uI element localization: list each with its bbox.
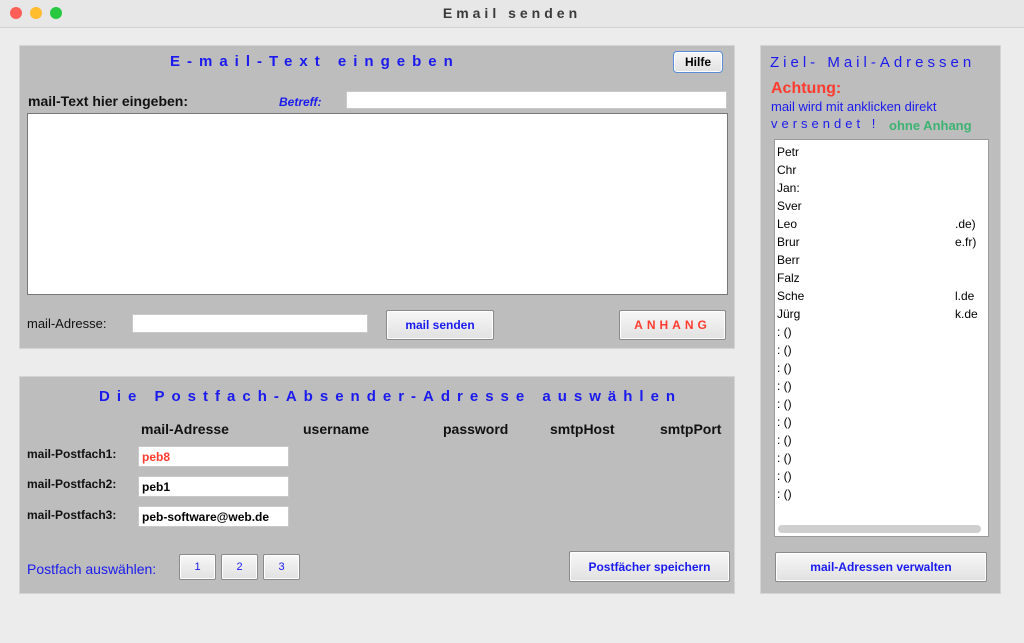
mailbox3-address-input[interactable]: peb-software@web.de [138,506,289,527]
horizontal-scrollbar[interactable] [778,525,981,533]
list-item-name: : () [777,451,792,465]
list-item-address: k.de [955,307,978,321]
mailbox-panel: Die Postfach-Absender-Adresse auswählen … [19,376,735,594]
body-textarea[interactable] [27,113,728,295]
warning-line1: mail wird mit anklicken direkt [771,99,937,114]
list-item-address: l.de [955,289,975,303]
list-item-address: e.fr) [955,235,977,249]
list-item-name: : () [777,433,792,447]
list-item-name: : () [777,487,792,501]
list-item-address: .de) [955,217,976,231]
send-mail-button[interactable]: mail senden [386,310,494,340]
list-item-name: : () [777,361,792,375]
mailbox1-address-input[interactable]: peb8 [138,446,289,467]
list-item-name: : () [777,343,792,357]
address-label: mail-Adresse: [27,316,107,331]
list-item[interactable]: : () [777,323,982,341]
mailbox-row-label: mail-Postfach3: [27,508,117,522]
mailbox-row-label: mail-Postfach2: [27,477,117,491]
mailbox-row-label: mail-Postfach1: [27,447,117,461]
list-item[interactable]: : () [777,467,982,485]
list-item-name: Sver [777,199,802,213]
list-item[interactable]: Sche l.de [777,287,982,305]
mailbox2-address-input[interactable]: peb1 [138,476,289,497]
list-item-name: Jürg [777,307,801,321]
help-button[interactable]: Hilfe [673,51,723,73]
list-item-name: Brur [777,235,800,249]
column-header-smtpport: smtpPort [660,421,722,437]
list-item[interactable]: : () [777,359,982,377]
list-item[interactable]: Falz [777,269,982,287]
mailbox-panel-title: Die Postfach-Absender-Adresse auswählen [99,388,683,405]
list-item[interactable]: : () [777,413,982,431]
list-item-name: : () [777,469,792,483]
title-bar: Email senden [0,0,1024,28]
list-item[interactable]: Chr [777,161,982,179]
list-item-name: : () [777,325,792,339]
list-item-name: Leo [777,217,798,231]
body-label: mail-Text hier eingeben: [28,93,188,109]
list-item-name: Falz [777,271,800,285]
select-mailbox-label: Postfach auswählen: [27,561,157,577]
window-title: Email senden [442,5,582,21]
list-item[interactable]: : () [777,431,982,449]
select-mailbox-2-button[interactable]: 2 [221,554,258,580]
list-item[interactable]: : () [777,395,982,413]
list-item[interactable]: : () [777,341,982,359]
list-item-name: Berr [777,253,800,267]
list-item-name: Jan: [777,181,800,195]
list-item-name: : () [777,397,792,411]
manage-addresses-button[interactable]: mail-Adressen verwalten [775,552,987,582]
subject-input[interactable] [346,91,727,109]
select-mailbox-3-button[interactable]: 3 [263,554,300,580]
list-item-name: : () [777,415,792,429]
list-item[interactable]: Petr [777,143,982,161]
compose-panel-title: E-mail-Text eingeben [170,53,460,70]
list-item-name: Petr [777,145,800,159]
no-attachment-label: ohne Anhang [889,118,972,133]
list-item[interactable]: : () [777,377,982,395]
list-item-name: : () [777,379,792,393]
warning-line2: versendet ! [771,116,880,131]
compose-panel: E-mail-Text eingeben Hilfe mail-Text hie… [19,45,735,349]
column-header-address: mail-Adresse [141,421,229,437]
targets-panel: Ziel- Mail-Adressen Achtung: mail wird m… [760,45,1001,594]
list-item[interactable]: Jan: [777,179,982,197]
attachment-button[interactable]: ANHANG [619,310,726,340]
targets-panel-title: Ziel- Mail-Adressen [770,54,976,71]
list-item-name: Sche [777,289,805,303]
list-item[interactable]: Brur e.fr) [777,233,982,251]
list-item[interactable]: Sver [777,197,982,215]
list-item[interactable]: Leo .de) [777,215,982,233]
subject-label: Betreff: [279,95,322,109]
column-header-username: username [303,421,370,437]
address-input[interactable] [132,314,368,333]
list-item[interactable]: Jürg k.de [777,305,982,323]
list-item[interactable]: Berr [777,251,982,269]
select-mailbox-1-button[interactable]: 1 [179,554,216,580]
target-address-list[interactable]: Petr Chr Jan: Sver Leo .de) Brur e.fr) Berr Falz S… [774,139,989,537]
column-header-smtphost: smtpHost [550,421,615,437]
column-header-password: password [443,421,509,437]
list-item[interactable]: : () [777,485,982,503]
list-item-name: Chr [777,163,797,177]
warning-title: Achtung: [771,80,842,97]
save-mailboxes-button[interactable]: Postfächer speichern [569,551,730,582]
list-item[interactable]: : () [777,449,982,467]
